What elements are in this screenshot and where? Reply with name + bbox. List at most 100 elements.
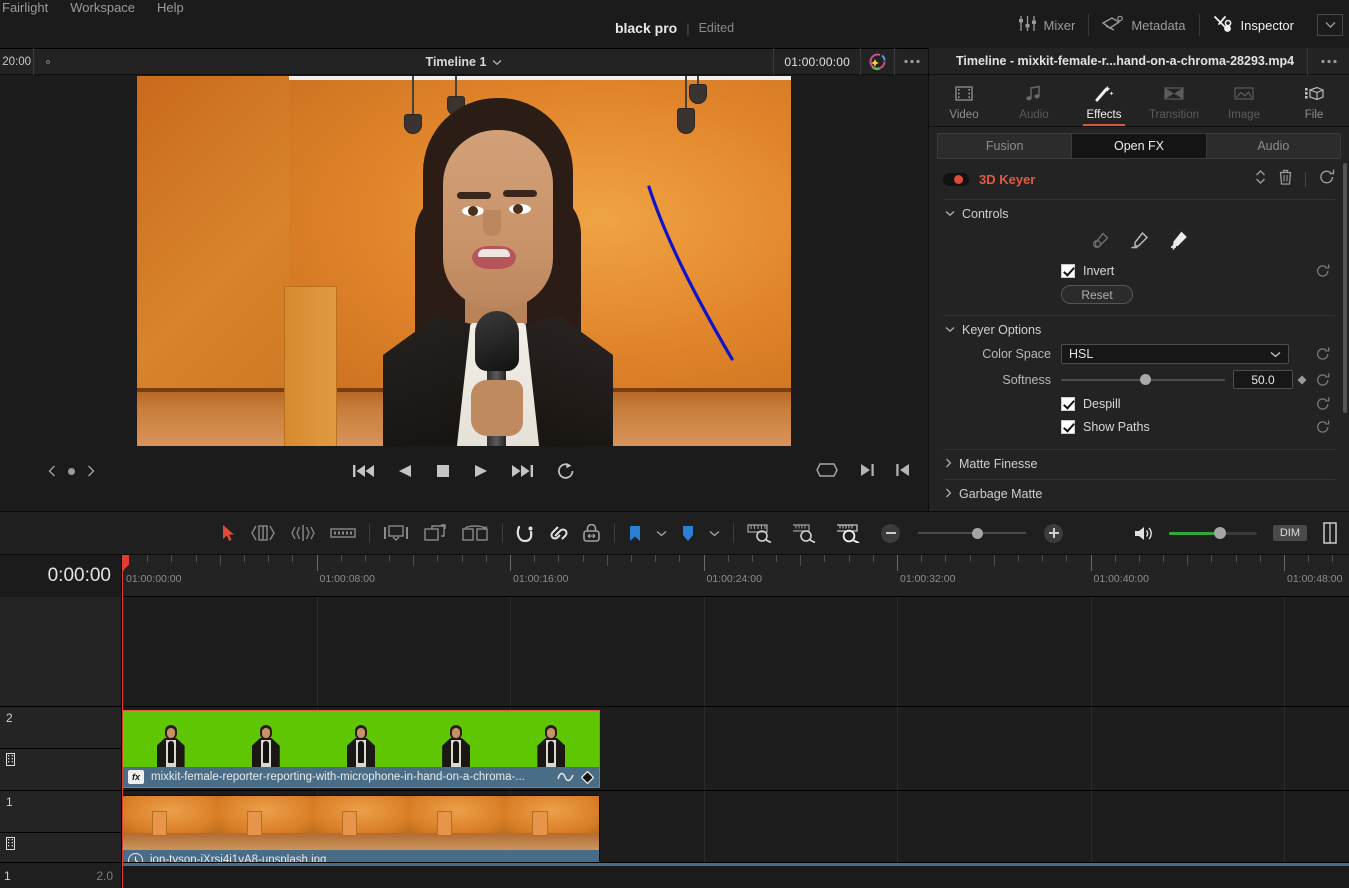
dynamic-trim-icon[interactable]: [290, 524, 316, 542]
insert-clip-icon[interactable]: [383, 524, 409, 542]
softness-value-field[interactable]: 50.0: [1233, 370, 1293, 389]
selection-arrow-icon[interactable]: [222, 524, 236, 542]
mixer-button[interactable]: Mixer: [1005, 11, 1089, 39]
flag-chevron-down-icon[interactable]: [656, 530, 667, 537]
volume-slider[interactable]: [1168, 527, 1257, 539]
picker-plus-icon[interactable]: [1169, 231, 1188, 255]
zoom-full-extent-icon[interactable]: [747, 523, 773, 543]
overwrite-clip-icon[interactable]: [423, 524, 447, 542]
skip-to-start-icon[interactable]: [353, 464, 374, 478]
audio-clip-strip[interactable]: [122, 863, 1349, 866]
show-paths-reset-icon[interactable]: [1311, 419, 1335, 434]
zoom-detail-icon[interactable]: [791, 523, 817, 543]
flag-marker-icon[interactable]: [628, 525, 642, 542]
invert-checkbox[interactable]: [1061, 263, 1075, 278]
trim-edit-icon[interactable]: [250, 524, 276, 542]
audio-waveform-icon[interactable]: [557, 771, 574, 783]
magic-color-icon[interactable]: [860, 48, 894, 75]
picker-minus-icon[interactable]: [1130, 231, 1149, 255]
softness-slider-knob[interactable]: [1139, 374, 1151, 385]
track-header-empty[interactable]: [0, 597, 121, 707]
zoom-in-button[interactable]: [1044, 523, 1063, 543]
timeline-lane-empty[interactable]: [122, 597, 1349, 707]
play-reverse-icon[interactable]: [398, 464, 412, 478]
menu-item-help[interactable]: Help: [157, 0, 184, 16]
stop-icon[interactable]: [436, 464, 450, 478]
mark-in-icon[interactable]: [896, 463, 910, 477]
snapping-magnet-icon[interactable]: [516, 524, 534, 543]
tab-video[interactable]: Video: [929, 75, 999, 126]
tab-file[interactable]: File: [1279, 75, 1349, 126]
softness-slider[interactable]: [1061, 373, 1225, 387]
timeline-ruler[interactable]: 01:00:00:00 01:00:08:00 01:00:16:00 01:00:2…: [122, 555, 1349, 597]
invert-reset-icon[interactable]: [1311, 263, 1335, 278]
track-header-v2-label[interactable]: 2: [0, 707, 121, 749]
zoom-slider-knob[interactable]: [972, 527, 984, 539]
menu-item-fairlight[interactable]: Fairlight: [2, 0, 48, 16]
softness-reset-icon[interactable]: [1311, 372, 1335, 387]
timeline-clip-video[interactable]: fx mixkit-female-reporter-reporting-with…: [122, 710, 600, 788]
reset-button[interactable]: Reset: [1061, 285, 1133, 304]
razor-blade-icon[interactable]: [330, 526, 356, 540]
fit-screen-icon[interactable]: [816, 463, 838, 477]
subtab-audio[interactable]: Audio: [1206, 134, 1340, 158]
tab-transition[interactable]: Transition: [1139, 75, 1209, 126]
play-icon[interactable]: [474, 464, 488, 478]
metadata-button[interactable]: Metadata: [1089, 11, 1198, 39]
timeline-clip-image[interactable]: jon-tyson-jXrsi4j1vA8-unsplash.jpg: [122, 795, 600, 871]
color-space-reset-icon[interactable]: [1311, 347, 1335, 361]
show-paths-checkbox[interactable]: [1061, 419, 1075, 434]
viewer-record-dot[interactable]: [34, 59, 62, 64]
linked-selection-icon[interactable]: [548, 524, 568, 543]
section-garbage-matte[interactable]: Garbage Matte: [929, 480, 1349, 505]
timeline-playhead[interactable]: [122, 555, 129, 888]
audio-meters-icon[interactable]: [1323, 522, 1337, 544]
audio-track-header[interactable]: 1 2.0: [0, 863, 122, 888]
timeline-tracks-area[interactable]: 01:00:00:00 01:00:08:00 01:00:16:00 01:00:2…: [122, 555, 1349, 888]
section-matte-finesse[interactable]: Matte Finesse: [929, 450, 1349, 475]
despill-checkbox[interactable]: [1061, 396, 1075, 411]
marker-shield-icon[interactable]: [681, 525, 695, 542]
inspector-options-icon[interactable]: [1307, 47, 1349, 75]
header-expand-chevron[interactable]: [1317, 14, 1343, 36]
replace-clip-icon[interactable]: [461, 524, 489, 542]
position-lock-icon[interactable]: [582, 523, 601, 543]
color-space-select[interactable]: HSL: [1061, 344, 1289, 364]
effect-enable-toggle[interactable]: [943, 172, 969, 186]
tab-effects[interactable]: Effects: [1069, 75, 1139, 126]
keyframe-diamond-icon[interactable]: [581, 770, 594, 784]
subtab-fusion[interactable]: Fusion: [938, 134, 1073, 158]
track-header-v1-label[interactable]: 1: [0, 791, 121, 833]
dim-button[interactable]: DIM: [1272, 525, 1307, 541]
speaker-volume-icon[interactable]: [1133, 525, 1153, 542]
softness-control: 50.0: [1061, 370, 1293, 389]
trash-icon[interactable]: [1279, 169, 1292, 190]
volume-slider-knob[interactable]: [1213, 527, 1226, 539]
tab-image[interactable]: Image: [1209, 75, 1279, 126]
zoom-slider[interactable]: [918, 527, 1026, 539]
tab-audio[interactable]: Audio: [999, 75, 1069, 126]
loop-icon[interactable]: [557, 463, 575, 479]
keyframe-diamond-icon[interactable]: [1293, 375, 1311, 385]
section-keyer-options[interactable]: Keyer Options: [929, 316, 1349, 341]
ruler-minor-tick: [1332, 555, 1334, 562]
zoom-out-button[interactable]: [881, 523, 900, 543]
viewer-options-icon[interactable]: [894, 48, 928, 75]
picker-disabled-icon[interactable]: [1091, 231, 1110, 255]
menu-item-workspace[interactable]: Workspace: [70, 0, 135, 16]
reset-icon[interactable]: [1319, 169, 1335, 190]
skip-to-end-icon[interactable]: [512, 464, 533, 478]
timeline-lane-v2[interactable]: fx mixkit-female-reporter-reporting-with…: [122, 707, 1349, 791]
inspector-button[interactable]: Inspector: [1200, 11, 1307, 39]
despill-reset-icon[interactable]: [1311, 396, 1335, 411]
zoom-custom-icon[interactable]: [835, 523, 863, 543]
track-header-v2[interactable]: [0, 749, 121, 791]
section-controls[interactable]: Controls: [929, 200, 1349, 225]
viewer-canvas[interactable]: [0, 75, 928, 447]
mark-out-icon[interactable]: [860, 463, 874, 477]
subtab-openfx[interactable]: Open FX: [1072, 134, 1207, 158]
ruler-minor-tick: [1017, 555, 1019, 562]
marker-chevron-down-icon[interactable]: [709, 530, 720, 537]
reorder-icon[interactable]: [1255, 169, 1266, 190]
inspector-scrollbar[interactable]: [1343, 163, 1347, 413]
